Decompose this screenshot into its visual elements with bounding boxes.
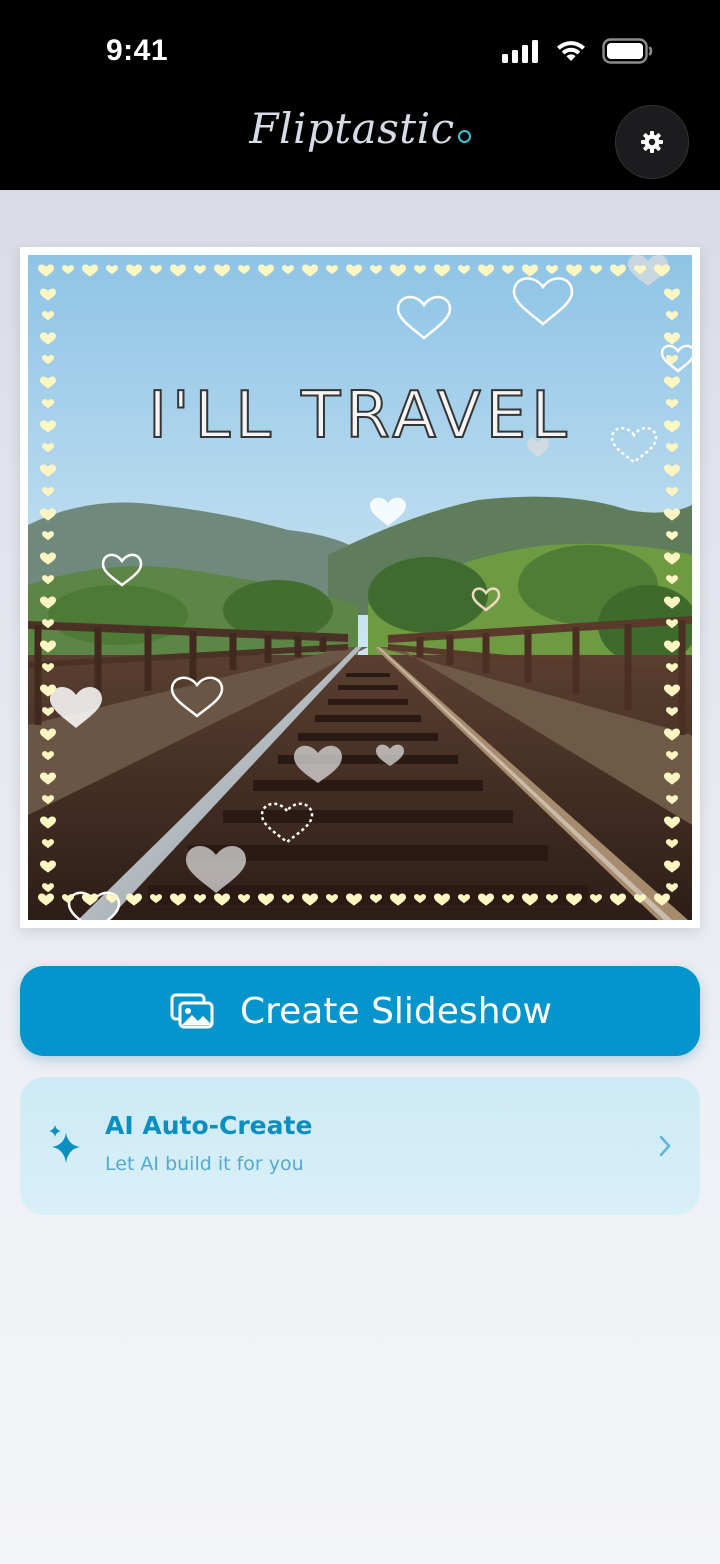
photo-overlay-title: I'LL TRAVEL	[148, 379, 572, 453]
logo-dot	[457, 130, 471, 143]
ai-auto-create-subtitle: Let AI build it for you	[105, 1153, 304, 1175]
create-slideshow-button[interactable]: Create Slideshow	[20, 966, 700, 1056]
photos-stack-icon	[170, 993, 214, 1029]
photo-preview-card[interactable]: I'LL TRAVEL	[20, 247, 700, 928]
gear-icon	[641, 131, 663, 153]
ai-auto-create-card[interactable]: AI Auto-Create Let AI build it for you	[20, 1077, 700, 1215]
app-logo: Fliptastic	[0, 104, 720, 153]
battery-icon	[602, 38, 653, 64]
app-name: Fliptastic	[249, 104, 455, 153]
photo-preview: I'LL TRAVEL	[28, 255, 692, 920]
cellular-signal-icon	[502, 40, 538, 63]
app-header: Fliptastic	[0, 100, 720, 190]
sparkles-icon	[49, 1125, 80, 1163]
chevron-right-icon	[659, 1135, 671, 1157]
settings-button[interactable]	[615, 105, 689, 179]
status-icons	[502, 38, 654, 64]
wifi-icon	[557, 41, 585, 61]
ai-auto-create-title: AI Auto-Create	[105, 1111, 313, 1140]
status-time: 9:41	[106, 34, 169, 67]
status-bar: 9:41	[0, 0, 720, 100]
travel-photo-image: I'LL TRAVEL	[28, 255, 692, 920]
create-slideshow-label: Create Slideshow	[240, 990, 552, 1032]
